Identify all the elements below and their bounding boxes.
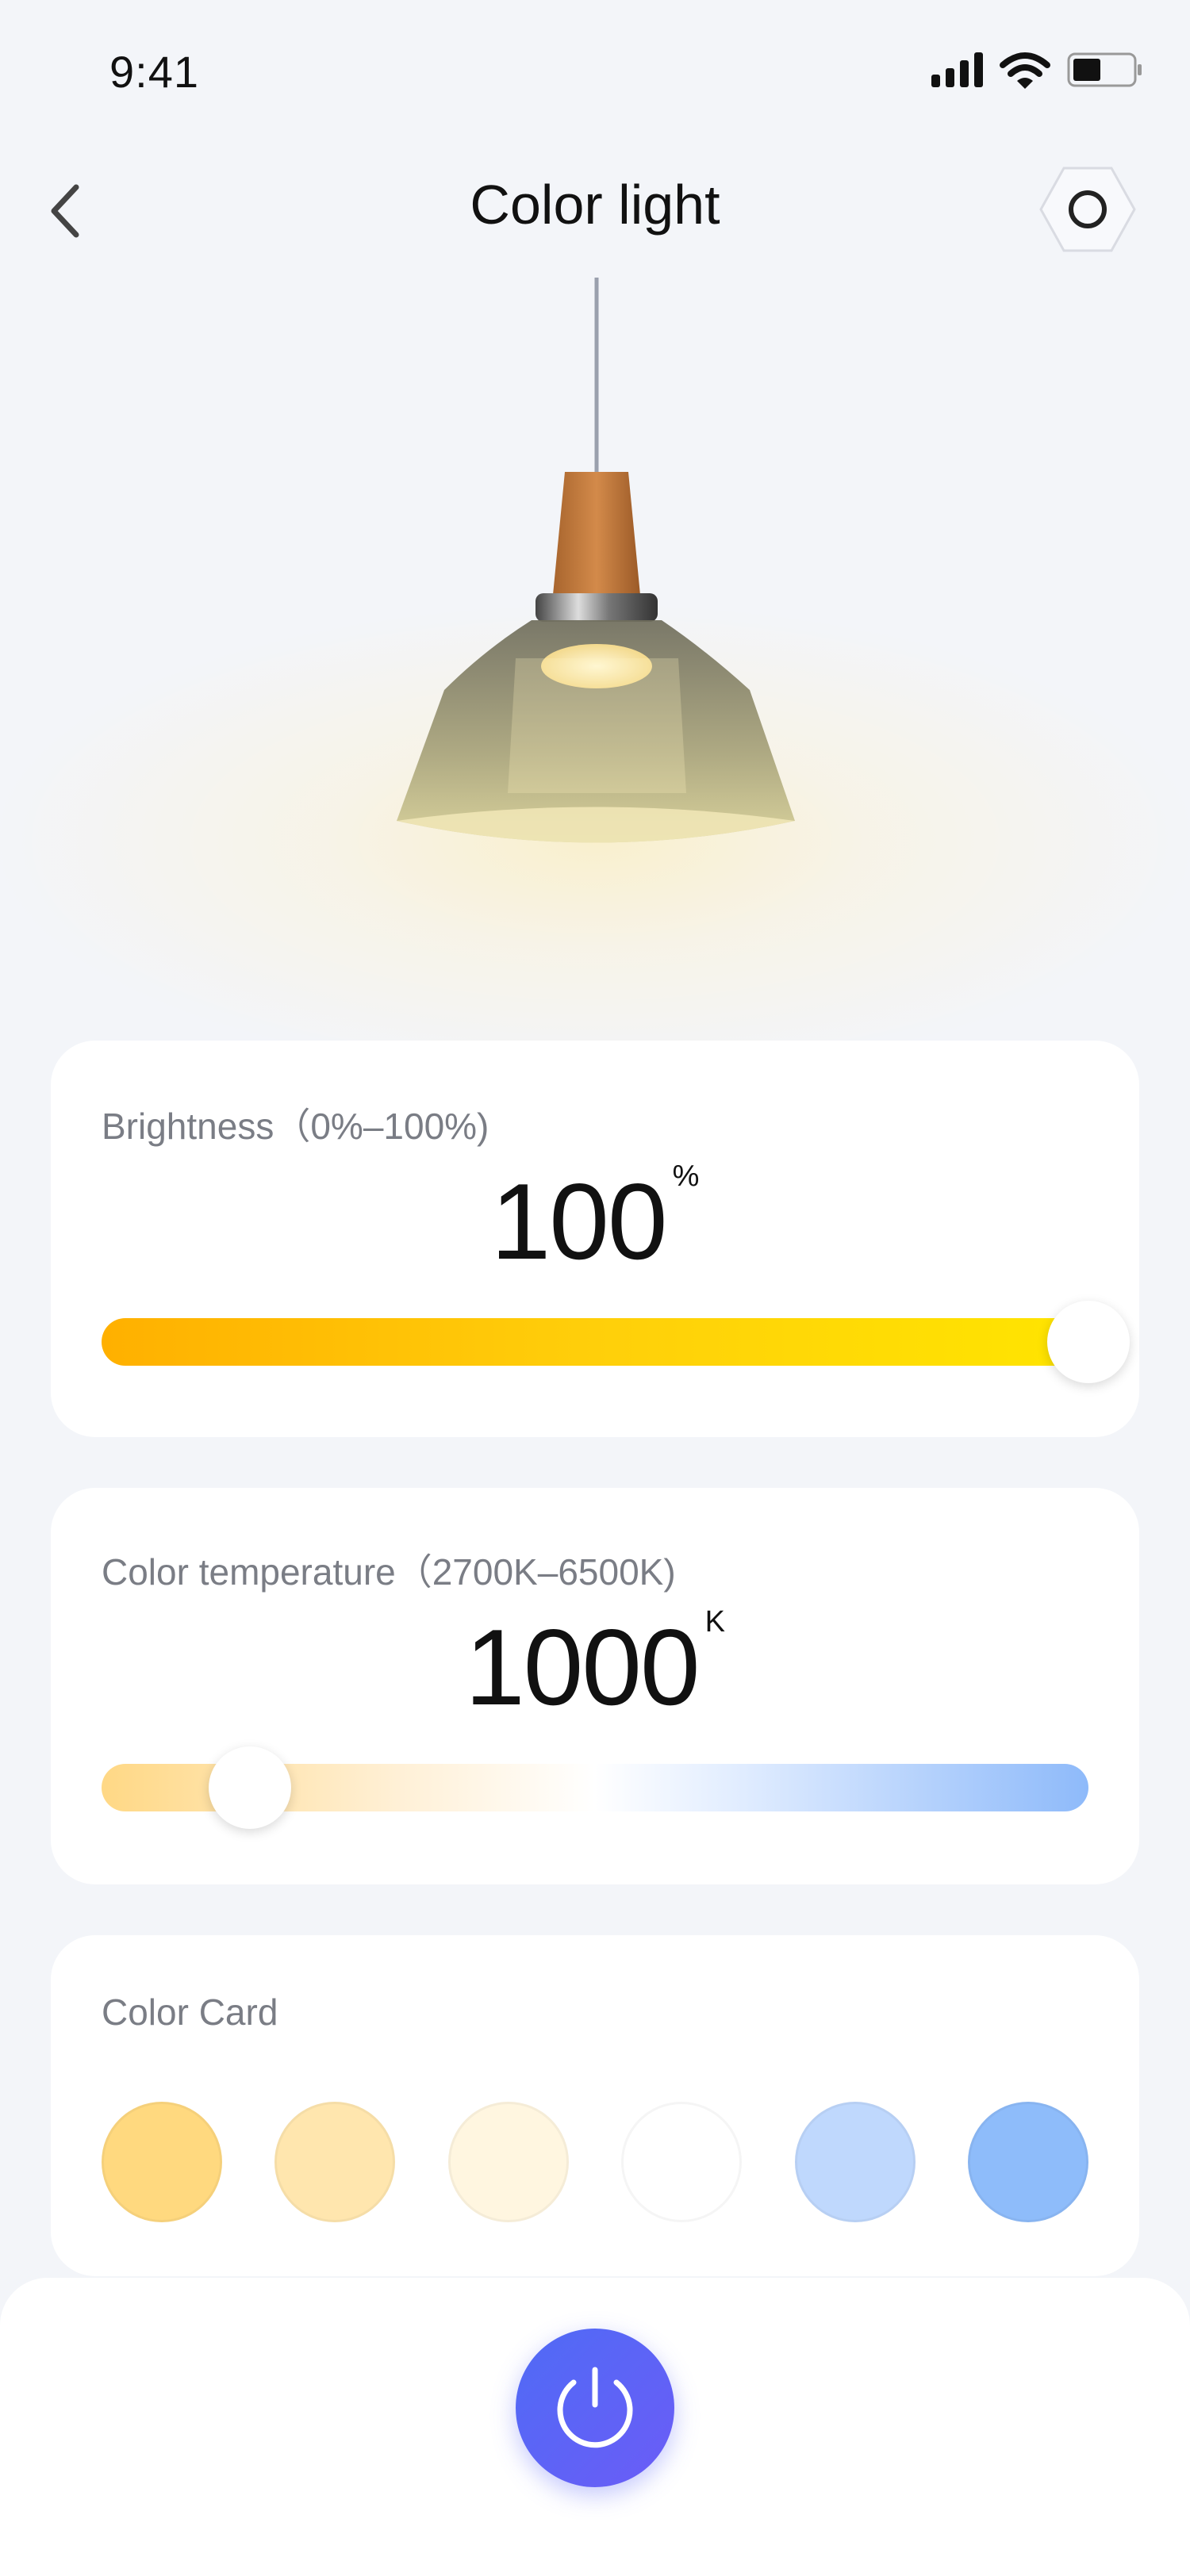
power-icon (557, 2367, 633, 2448)
brightness-value-row: 100% (51, 1160, 1139, 1283)
wifi-icon (1000, 52, 1050, 89)
color-swatch-list (102, 2102, 1088, 2229)
battery-icon (1067, 52, 1142, 87)
color-temperature-unit: K (704, 1605, 725, 1639)
brightness-slider-knob[interactable] (1047, 1301, 1130, 1383)
color-swatch-1[interactable] (102, 2102, 222, 2222)
brightness-value: 100 (490, 1161, 668, 1282)
page-title: Color light (470, 174, 720, 236)
color-swatch-4[interactable] (621, 2102, 743, 2222)
color-swatch-5[interactable] (794, 2102, 916, 2222)
color-temperature-slider-knob[interactable] (208, 1746, 291, 1829)
color-swatch-3[interactable] (447, 2102, 569, 2222)
color-temperature-value-row: 1000 K (51, 1605, 1139, 1729)
hexagon-settings-icon[interactable] (1038, 165, 1138, 254)
color-card-label: Color Card (102, 1991, 278, 2033)
brightness-slider[interactable] (102, 1318, 1088, 1366)
color-swatch-6[interactable] (967, 2102, 1088, 2222)
color-temperature-value: 1000 (465, 1607, 701, 1727)
color-card-panel: Color Card (51, 1935, 1139, 2276)
brightness-label: Brightness（0%–100%) (102, 1106, 489, 1147)
color-swatch-2[interactable] (274, 2102, 396, 2222)
brightness-unit: % (672, 1160, 700, 1193)
pendant-lamp-image (397, 278, 795, 843)
power-button[interactable] (516, 2329, 674, 2487)
color-temperature-card: Color temperature（2700K–6500K) 1000 K (51, 1488, 1139, 1884)
signal-icon (931, 52, 983, 87)
brightness-card: Brightness（0%–100%) 100% (51, 1041, 1139, 1437)
color-temperature-label: Color temperature（2700K–6500K) (102, 1551, 676, 1593)
status-time: 9:41 (109, 47, 199, 97)
